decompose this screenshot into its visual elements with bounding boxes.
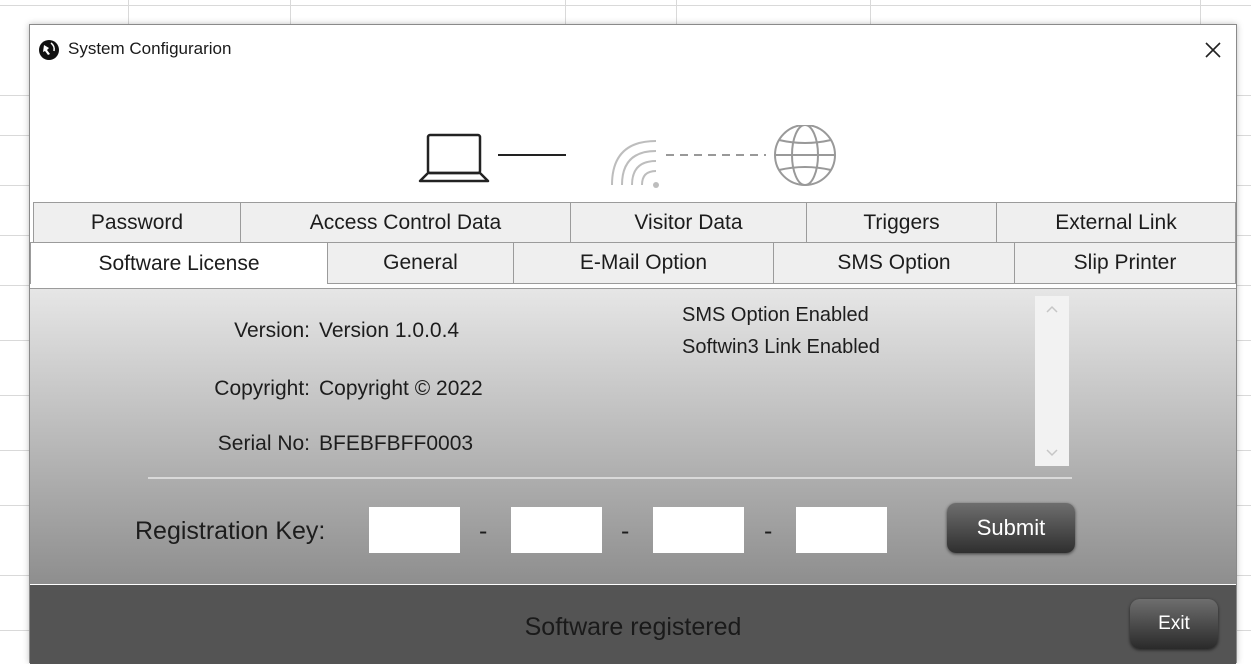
- tab-software-license[interactable]: Software License: [30, 242, 327, 284]
- status-message: Software registered: [524, 613, 742, 641]
- scroll-down-icon[interactable]: [1035, 442, 1069, 464]
- key-separator: -: [764, 517, 773, 545]
- network-illustration: [418, 125, 836, 188]
- registration-key-field-4[interactable]: [796, 507, 887, 553]
- version-label: Version:: [234, 319, 310, 342]
- tab-access-control-data[interactable]: Access Control Data: [240, 202, 570, 244]
- tab-general[interactable]: General: [327, 242, 513, 284]
- laptop-icon: [418, 133, 490, 183]
- options-scrollbar[interactable]: [1035, 296, 1069, 466]
- tab-row-1: Password Access Control Data Visitor Dat…: [33, 202, 1236, 244]
- key-separator: -: [621, 517, 630, 545]
- globe-cursor-icon: [38, 39, 60, 61]
- close-icon: [1205, 42, 1221, 58]
- serial-value: BFEBFBFF0003: [319, 432, 474, 455]
- submit-button[interactable]: Submit: [947, 503, 1075, 553]
- key-separator: -: [479, 517, 488, 545]
- system-configuration-dialog: System Configurarion Password Access Con…: [29, 24, 1237, 664]
- globe-icon: [774, 125, 836, 186]
- registration-key-field-2[interactable]: [511, 507, 602, 553]
- registration-key-field-3[interactable]: [653, 507, 744, 553]
- scroll-up-icon[interactable]: [1035, 298, 1069, 320]
- tab-triggers[interactable]: Triggers: [806, 202, 996, 244]
- close-button[interactable]: [1190, 25, 1236, 75]
- wifi-icon: [611, 140, 659, 188]
- tab-external-link[interactable]: External Link: [996, 202, 1236, 244]
- window-title: System Configurarion: [68, 39, 232, 58]
- copyright-label: Copyright:: [214, 377, 310, 400]
- enabled-options-list[interactable]: SMS Option Enabled Softwin3 Link Enabled: [682, 299, 1032, 465]
- divider: [148, 477, 1072, 479]
- status-bar: Software registered Exit: [30, 585, 1236, 664]
- tab-email-option[interactable]: E-Mail Option: [513, 242, 773, 284]
- list-item: Softwin3 Link Enabled: [682, 336, 880, 358]
- serial-label: Serial No:: [217, 432, 310, 455]
- copyright-value: Copyright © 2022: [319, 377, 483, 400]
- tab-row-2: Software License General E-Mail Option S…: [30, 242, 1236, 284]
- registration-key-field-1[interactable]: [369, 507, 460, 553]
- title-bar: System Configurarion: [30, 25, 1236, 75]
- list-item: SMS Option Enabled: [682, 304, 869, 326]
- software-license-panel: Version: Version 1.0.0.4 Copyright: Copy…: [30, 288, 1236, 584]
- tab-sms-option[interactable]: SMS Option: [773, 242, 1014, 284]
- exit-button[interactable]: Exit: [1130, 599, 1218, 649]
- tab-visitor-data[interactable]: Visitor Data: [570, 202, 806, 244]
- version-value: Version 1.0.0.4: [319, 319, 460, 342]
- registration-key-label: Registration Key:: [135, 517, 326, 545]
- tab-slip-printer[interactable]: Slip Printer: [1014, 242, 1236, 284]
- tab-password[interactable]: Password: [33, 202, 240, 244]
